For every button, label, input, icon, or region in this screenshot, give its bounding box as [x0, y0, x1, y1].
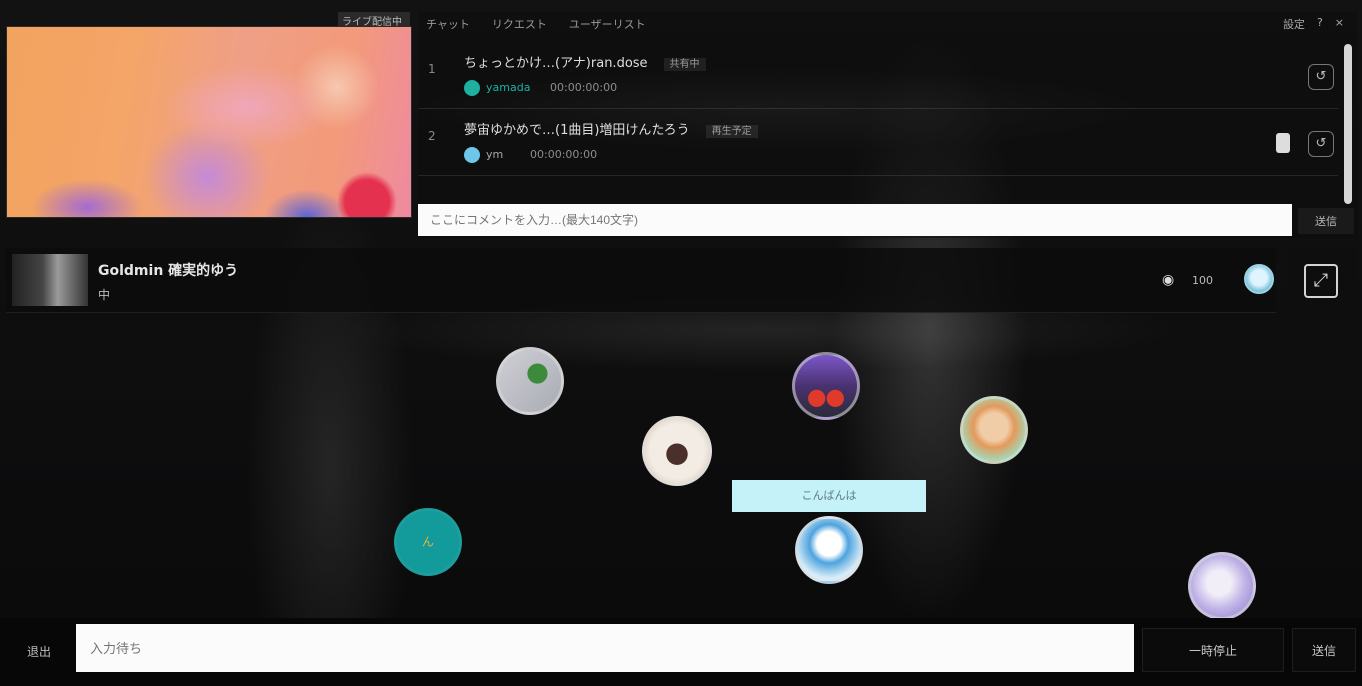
- user-avatar[interactable]: [1188, 552, 1256, 620]
- leave-button[interactable]: 退出: [14, 634, 64, 668]
- chat-panel: チャット リクエスト ユーザーリスト 設定 ? × 1 ちょっとかけ…(アナ)r…: [418, 12, 1358, 238]
- close-button[interactable]: ×: [1335, 16, 1344, 32]
- tab-request[interactable]: リクエスト: [492, 16, 547, 36]
- chat-tabs: チャット リクエスト ユーザーリスト: [426, 16, 646, 36]
- volume-label: 100: [1192, 274, 1213, 287]
- track-title: Goldmin 確実的ゆう: [98, 263, 239, 279]
- track-subtitle: 中: [98, 288, 111, 302]
- reply-icon[interactable]: ↺: [1308, 131, 1334, 157]
- reply-icon[interactable]: ↺: [1308, 64, 1334, 90]
- room-area: ん こんばんは: [0, 318, 1362, 620]
- chat-message: 2 夢宙ゆかめで…(1曲目)増田けんたろう 再生予定 ym 00:00:00:00…: [418, 109, 1338, 176]
- eye-icon[interactable]: ◉: [1162, 272, 1174, 288]
- chat-scrollbar[interactable]: [1344, 44, 1352, 204]
- user-avatar-icon: [464, 147, 480, 163]
- message-user[interactable]: yamada: [486, 81, 530, 94]
- user-avatar[interactable]: [960, 396, 1028, 464]
- message-time: 00:00:00:00: [530, 148, 598, 161]
- user-avatar[interactable]: [792, 352, 860, 420]
- user-avatar[interactable]: [642, 416, 712, 486]
- message-number: 2: [428, 129, 436, 143]
- message-tag: 再生予定: [705, 125, 758, 138]
- now-playing-bar: Goldmin 確実的ゆう 中 ◉ 100: [6, 248, 1276, 313]
- message-user[interactable]: ym: [486, 148, 503, 161]
- pause-button[interactable]: 一時停止: [1142, 628, 1284, 672]
- message-tag: 共有中: [663, 58, 706, 71]
- chat-send-button[interactable]: 送信: [1298, 208, 1354, 234]
- expand-icon: ⤢: [1304, 264, 1338, 298]
- message-number: 1: [428, 62, 436, 76]
- message-body: ちょっとかけ…(アナ)ran.dose: [464, 56, 648, 71]
- avatar-initial: ん: [421, 535, 434, 549]
- video-corner-label: ライブ配信中: [342, 17, 402, 28]
- dj-avatar[interactable]: [1244, 264, 1274, 294]
- user-avatar-icon: [464, 80, 480, 96]
- chat-message-list[interactable]: 1 ちょっとかけ…(アナ)ran.dose 共有中 yamada 00:00:00…: [418, 42, 1338, 202]
- clipboard-icon[interactable]: [1276, 133, 1290, 153]
- tab-chat[interactable]: チャット: [426, 16, 470, 36]
- user-avatar[interactable]: [795, 516, 863, 584]
- submit-button[interactable]: 送信: [1292, 628, 1356, 672]
- track-thumbnail[interactable]: [12, 254, 88, 306]
- message-text: ちょっとかけ…(アナ)ran.dose 共有中: [464, 52, 706, 71]
- message-text: 夢宙ゆかめで…(1曲目)増田けんたろう 再生予定: [464, 119, 758, 138]
- message-input[interactable]: [76, 624, 1134, 672]
- settings-button[interactable]: 設定: [1283, 16, 1305, 32]
- speech-bubble: こんばんは: [732, 480, 926, 512]
- bottom-bar: 退出 一時停止 送信: [0, 618, 1362, 686]
- user-avatar[interactable]: [496, 347, 564, 415]
- help-button[interactable]: ?: [1317, 16, 1323, 32]
- video-player[interactable]: [6, 26, 412, 218]
- message-body: 夢宙ゆかめで…(1曲目)増田けんたろう: [464, 123, 690, 138]
- chat-tools: 設定 ? ×: [1283, 16, 1344, 32]
- chat-message: 1 ちょっとかけ…(アナ)ran.dose 共有中 yamada 00:00:00…: [418, 42, 1338, 109]
- tab-user-list[interactable]: ユーザーリスト: [569, 16, 646, 36]
- chat-input[interactable]: [418, 204, 1292, 236]
- message-time: 00:00:00:00: [550, 81, 618, 94]
- user-avatar[interactable]: ん: [394, 508, 462, 576]
